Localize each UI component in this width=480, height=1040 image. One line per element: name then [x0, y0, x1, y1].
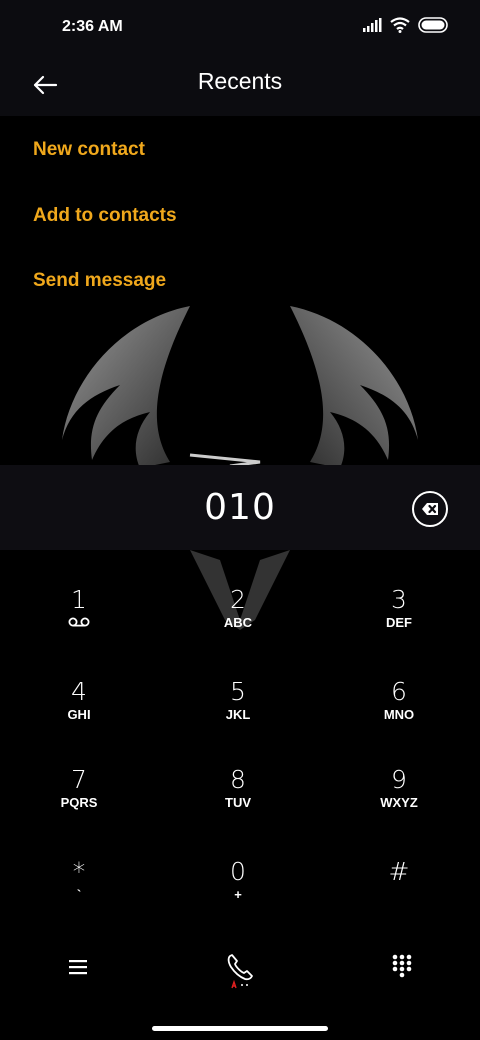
key-letters: DEF [386, 615, 412, 630]
key-digit: 1 [71, 585, 87, 614]
key-2[interactable]: 2 ABC [178, 585, 298, 665]
backspace-icon[interactable] [411, 490, 449, 528]
key-0[interactable]: 0 + [178, 857, 298, 937]
key-digit: 3 [391, 585, 407, 614]
number-display-bar: 010 [0, 465, 480, 550]
key-hash[interactable]: # [339, 857, 459, 937]
key-letters: MNO [383, 707, 415, 722]
key-letters: ` [76, 887, 82, 902]
status-bar: 2:36 AM [0, 0, 480, 56]
key-digit: * [72, 857, 86, 886]
key-9[interactable]: 9 WXYZ [339, 765, 459, 845]
menu-item-new-contact[interactable]: New contact [33, 139, 145, 161]
key-1[interactable]: 1 [19, 585, 139, 665]
key-8[interactable]: 8 TUV [178, 765, 298, 845]
menu-item-add-to-contacts[interactable]: Add to contacts [33, 205, 177, 227]
bottom-action-bar [0, 940, 480, 1000]
key-4[interactable]: 4 GHI [19, 677, 139, 757]
menu-item-send-message[interactable]: Send message [33, 270, 166, 292]
key-star[interactable]: * ` [19, 857, 139, 937]
key-digit: 2 [230, 585, 246, 614]
key-7[interactable]: 7 PQRS [19, 765, 139, 845]
key-6[interactable]: 6 MNO [339, 677, 459, 757]
key-digit: 6 [391, 677, 407, 706]
key-letters: GHI [67, 707, 91, 722]
key-digit: 7 [71, 765, 87, 794]
key-letters: + [234, 887, 242, 902]
key-digit: 4 [71, 677, 87, 706]
key-5[interactable]: 5 JKL [178, 677, 298, 757]
key-digit: 5 [230, 677, 246, 706]
key-letters: TUV [225, 795, 251, 810]
key-letters: WXYZ [380, 795, 418, 810]
battery-icon [418, 17, 448, 33]
phone-icon[interactable] [224, 950, 258, 990]
status-time: 2:36 AM [62, 18, 123, 35]
key-digit: 8 [230, 765, 246, 794]
signal-icon [363, 18, 382, 32]
key-letters: ABC [223, 615, 253, 630]
voicemail-icon [68, 617, 90, 627]
key-digit: 9 [391, 765, 407, 794]
page-title: Recents [197, 68, 283, 94]
dialed-number: 010 [204, 487, 276, 528]
dialpad-icon[interactable] [392, 954, 412, 978]
key-letters: PQRS [60, 795, 98, 810]
key-digit: # [388, 857, 410, 886]
key-digit: 0 [230, 857, 246, 886]
gesture-nav-handle[interactable] [152, 1026, 328, 1031]
wifi-icon [390, 17, 410, 33]
hamburger-menu-icon[interactable] [68, 959, 88, 975]
app-header: Recents [0, 56, 480, 116]
key-letters: JKL [225, 707, 251, 722]
status-icons [362, 17, 450, 33]
key-3[interactable]: 3 DEF [339, 585, 459, 665]
